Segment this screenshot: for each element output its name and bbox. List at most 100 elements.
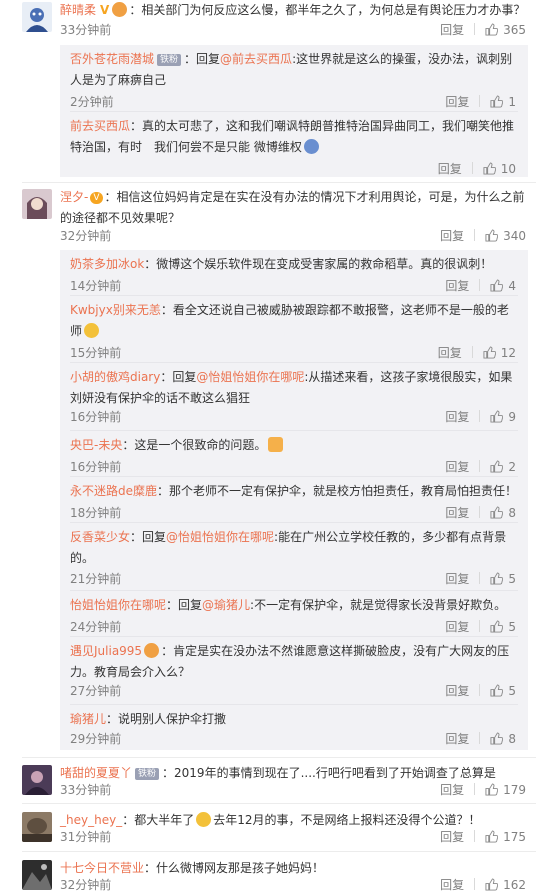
like-button[interactable]: 9: [490, 410, 516, 424]
like-button[interactable]: 5: [490, 620, 516, 634]
like-button[interactable]: 8: [490, 506, 516, 520]
vip-icon: [112, 2, 128, 17]
reply-username[interactable]: 反香菜少女: [70, 530, 130, 544]
like-button[interactable]: 5: [490, 684, 516, 698]
reply-time: 24分钟前: [70, 620, 122, 634]
reply-time: 2分钟前: [70, 95, 114, 109]
reply-text: ：真的太可悲了，这和我们嘲讽特朗普推特治国异曲同工，我们嘲笑他推特治国，有时 我…: [70, 119, 515, 154]
reply-list: 否外苍花雨潜城 铁粉 ：回复@前去买西瓜:这世界就是这么的操蛋，没办法，讽刺别人是为…: [60, 45, 528, 177]
mention-link[interactable]: @前去买西瓜: [220, 52, 292, 66]
reply-button[interactable]: 回复: [445, 506, 469, 520]
divider: [70, 362, 518, 363]
reply-button[interactable]: 回复: [445, 279, 469, 293]
emoji-icon: [196, 812, 212, 827]
like-button[interactable]: 10: [483, 162, 516, 176]
like-button[interactable]: 1: [490, 95, 516, 109]
comment-username[interactable]: _hey_hey_: [60, 813, 122, 827]
like-button[interactable]: 5: [490, 572, 516, 586]
reply-button[interactable]: 回复: [445, 410, 469, 424]
comment-username[interactable]: 涅夕-: [60, 190, 88, 204]
thumbs-up-icon: [490, 279, 504, 292]
thumbs-up-emoji-icon: [268, 437, 284, 452]
like-button[interactable]: 2: [490, 460, 516, 474]
comment-text: ：相信这位妈妈肯定是在实在没有办法的情况下才利用舆论，可是，为什么之前的途径都不…: [60, 190, 525, 225]
reply-username[interactable]: 奶茶多加冰ok: [70, 257, 144, 271]
reply-username[interactable]: 否外苍花雨潜城: [70, 52, 154, 66]
mention-link[interactable]: @怡姐怡姐你在哪呢: [196, 370, 304, 384]
reply-button[interactable]: 回复: [445, 95, 469, 109]
like-button[interactable]: 365: [485, 23, 526, 37]
reply-text: ：说明别人保护伞打撒: [106, 712, 227, 726]
reply-button[interactable]: 回复: [440, 229, 464, 243]
thumbs-up-icon: [485, 878, 499, 891]
thumbs-up-icon: [485, 830, 499, 843]
reply-button[interactable]: 回复: [445, 572, 469, 586]
comment-time: 33分钟前: [60, 783, 112, 797]
divider: [70, 590, 518, 591]
reply-username[interactable]: 小胡的傲鸡diary: [70, 370, 160, 384]
avatar[interactable]: [22, 860, 52, 890]
reply-time: 14分钟前: [70, 279, 122, 293]
divider: [70, 704, 518, 705]
comment-username[interactable]: 啫甜的夏夏丫: [60, 766, 132, 780]
mention-link[interactable]: @怡姐怡姐你在哪呢: [166, 530, 274, 544]
comment-text: ：2019年的事情到现在了....行吧行吧看到了开始调查了总算是: [162, 766, 496, 780]
like-count: 5: [508, 684, 516, 698]
comment-username[interactable]: 醉晴柔: [60, 3, 96, 17]
reply-button[interactable]: 回复: [440, 830, 464, 844]
reply-button[interactable]: 回复: [445, 620, 469, 634]
divider: [474, 783, 476, 795]
like-button[interactable]: 179: [485, 783, 526, 797]
thumbs-up-icon: [483, 162, 496, 175]
like-count: 8: [508, 506, 516, 520]
like-button[interactable]: 4: [490, 279, 516, 293]
vip-icon: [144, 643, 160, 658]
reply-button[interactable]: 回复: [445, 684, 469, 698]
reply-prefix: ：回复: [166, 598, 203, 612]
reply-username[interactable]: 瑜猪儿: [70, 712, 106, 726]
comment-username[interactable]: 十七今日不营业: [60, 861, 144, 875]
comment-time: 33分钟前: [60, 23, 112, 37]
divider: [471, 346, 473, 358]
like-button[interactable]: 12: [483, 346, 516, 360]
reply-text: ：这是一个很致命的问题。: [122, 438, 267, 452]
reply-button[interactable]: 回复: [440, 23, 464, 37]
like-count: 12: [500, 346, 516, 360]
reply-username[interactable]: Kwbjyx别来无恙: [70, 303, 161, 317]
divider: [22, 182, 536, 183]
reply-button[interactable]: 回复: [438, 346, 462, 360]
reply-text: :不一定有保护伞，就是觉得家长没背景好欺负。: [250, 598, 507, 612]
thumbs-up-icon: [490, 506, 504, 519]
reply-prefix: ：回复: [184, 52, 221, 66]
fan-badge: 铁粉: [135, 768, 160, 780]
reply-time: 27分钟前: [70, 684, 122, 698]
like-count: 9: [508, 410, 516, 424]
emoji-icon: [84, 323, 100, 338]
comment-feed: 醉晴柔 V ：相关部门为何反应这么慢，都半年之久了，为何总是有舆论压力才办事？ 33…: [0, 0, 550, 892]
avatar[interactable]: [22, 812, 52, 842]
reply-username[interactable]: 永不迷路de糜鹿: [70, 484, 157, 498]
reply-button[interactable]: 回复: [445, 460, 469, 474]
reply-username[interactable]: 央巴-未央: [70, 438, 122, 452]
reply-username[interactable]: 前去买西瓜: [70, 119, 130, 133]
reply-username[interactable]: 怡姐怡姐你在哪呢: [70, 598, 166, 612]
like-button[interactable]: 340: [485, 229, 526, 243]
thumbs-up-icon: [490, 460, 504, 473]
like-count: 1: [508, 95, 516, 109]
reply-username[interactable]: 遇见Julia995: [70, 644, 142, 658]
thumbs-up-icon: [490, 95, 504, 108]
avatar[interactable]: [22, 765, 52, 795]
avatar[interactable]: [22, 189, 52, 219]
avatar[interactable]: [22, 2, 52, 32]
mention-link[interactable]: @瑜猪儿: [202, 598, 250, 612]
like-count: 365: [503, 23, 526, 37]
like-button[interactable]: 175: [485, 830, 526, 844]
like-button[interactable]: 8: [490, 732, 516, 746]
divider: [22, 851, 536, 852]
reply-button[interactable]: 回复: [440, 783, 464, 797]
reply-button[interactable]: 回复: [445, 732, 469, 746]
verified-icon: V: [100, 3, 110, 17]
reply-button[interactable]: 回复: [438, 162, 462, 176]
like-count: 2: [508, 460, 516, 474]
divider: [479, 684, 481, 696]
